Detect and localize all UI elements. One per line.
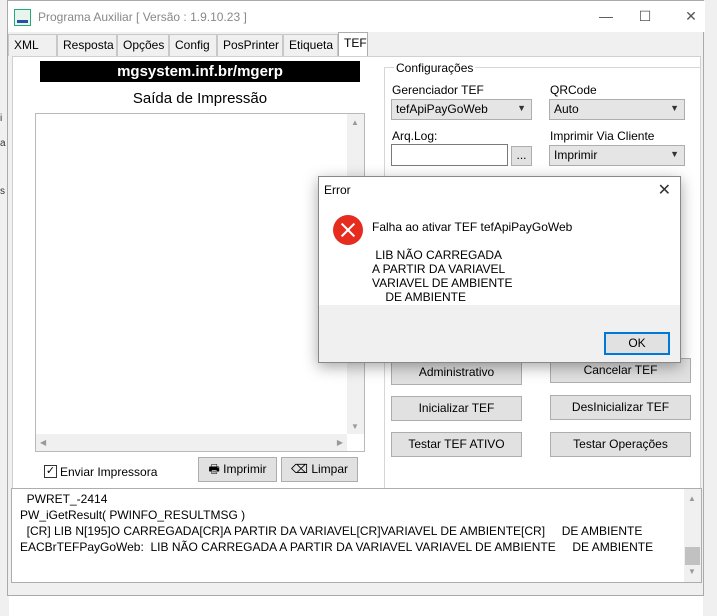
log-scrollbar[interactable]: ▲ ▼ <box>684 489 701 582</box>
arqlog-input[interactable] <box>391 144 508 166</box>
arqlog-label: Arq.Log: <box>392 129 438 143</box>
print-output-area[interactable]: ▲ ▼ ◀ ▶ <box>35 113 365 452</box>
gerenciador-label: Gerenciador TEF <box>392 83 484 97</box>
maximize-button[interactable]: ☐ <box>622 1 668 32</box>
administrativo-button[interactable]: Administrativo <box>391 360 522 385</box>
horizontal-scrollbar[interactable]: ◀ ▶ <box>36 434 347 451</box>
background-window-edge-right <box>703 0 717 616</box>
inicializar-tef-button[interactable]: Inicializar TEF <box>391 396 522 421</box>
tab-tef[interactable]: TEF <box>338 32 368 56</box>
desinicializar-tef-button[interactable]: DesInicializar TEF <box>550 395 691 420</box>
dialog-message: Falha ao ativar TEF tefApiPayGoWeb LIB N… <box>372 220 573 304</box>
qrcode-select[interactable]: Auto ▼ <box>549 99 685 120</box>
scroll-left-icon[interactable]: ◀ <box>40 438 46 447</box>
print-button[interactable]: 🖶 Imprimir <box>198 457 277 482</box>
via-cliente-label: Imprimir Via Cliente <box>550 129 655 143</box>
app-icon <box>14 9 31 26</box>
ok-button[interactable]: OK <box>604 332 670 355</box>
testar-operacoes-button[interactable]: Testar Operações <box>550 432 691 457</box>
scroll-right-icon[interactable]: ▶ <box>337 438 343 447</box>
window-title: Programa Auxiliar [ Versão : 1.9.10.23 ] <box>38 10 247 24</box>
scroll-up-icon[interactable]: ▲ <box>688 491 696 507</box>
printer-icon: 🖶 <box>208 462 220 476</box>
clear-button[interactable]: ⌫ Limpar <box>281 457 358 482</box>
log-line: PW_iGetResult( PWINFO_RESULTMSG ) <box>20 508 246 522</box>
send-printer-checkbox[interactable]: ✓ <box>44 465 57 478</box>
tab-bar: XML Resposta Opções Config PosPrinter Et… <box>8 32 705 56</box>
tab-config[interactable]: Config <box>169 34 217 56</box>
browse-log-button[interactable]: ... <box>511 146 532 166</box>
error-dialog: Error ✕ Falha ao ativar TEF tefApiPayGoW… <box>318 176 681 363</box>
chevron-down-icon: ▼ <box>517 103 526 113</box>
chevron-down-icon: ▼ <box>670 103 679 113</box>
log-textbox[interactable]: PWRET_-2414 PW_iGetResult( PWINFO_RESULTM… <box>11 488 702 583</box>
log-line: [CR] LIB N[195]O CARREGADA[CR]A PARTIR D… <box>20 524 643 538</box>
tab-xml[interactable]: XML <box>8 34 57 56</box>
gerenciador-select[interactable]: tefApiPayGoWeb ▼ <box>391 99 532 120</box>
tab-resposta[interactable]: Resposta <box>57 34 117 56</box>
chevron-down-icon: ▼ <box>670 149 679 159</box>
scroll-down-icon[interactable]: ▼ <box>688 564 696 580</box>
close-button[interactable]: ✕ <box>668 1 714 32</box>
tab-etiqueta[interactable]: Etiqueta <box>283 34 338 56</box>
scroll-up-icon[interactable]: ▲ <box>351 118 359 127</box>
dialog-close-icon[interactable]: ✕ <box>658 180 671 200</box>
dialog-title: Error <box>324 183 351 197</box>
testar-tef-ativo-button[interactable]: Testar TEF ATIVO <box>391 432 522 457</box>
scroll-thumb[interactable] <box>685 547 700 565</box>
error-icon <box>333 215 363 245</box>
config-legend: Configurações <box>394 61 476 75</box>
send-printer-label: Enviar Impressora <box>60 465 158 479</box>
eraser-icon: ⌫ <box>291 462 308 476</box>
qrcode-label: QRCode <box>550 83 597 97</box>
via-cliente-select[interactable]: Imprimir ▼ <box>549 145 685 166</box>
scroll-down-icon[interactable]: ▼ <box>351 422 359 431</box>
dialog-body: Error ✕ Falha ao ativar TEF tefApiPayGoW… <box>319 177 680 305</box>
tab-opcoes[interactable]: Opções <box>117 34 169 56</box>
log-line: EACBrTEFPayGoWeb: LIB NÃO CARREGADA A PA… <box>20 540 654 554</box>
title-bar: Programa Auxiliar [ Versão : 1.9.10.23 ]… <box>8 1 705 32</box>
log-line: PWRET_-2414 <box>20 492 108 506</box>
url-banner: mgsystem.inf.br/mgerp <box>40 61 360 82</box>
print-output-title: Saída de Impressão <box>132 90 268 107</box>
tab-posprinter[interactable]: PosPrinter <box>217 34 283 56</box>
